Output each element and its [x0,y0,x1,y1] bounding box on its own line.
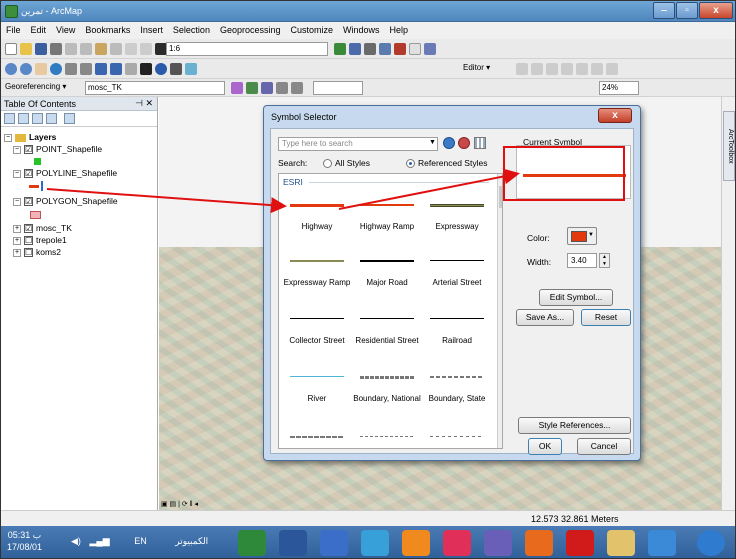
highlight-box [503,146,625,201]
arcmap-window: تمرين - ArcMap – ▫ x File Edit View Bookmar… [0,0,736,559]
annotation-overlay [46,146,625,214]
annotation-arrow-gallery-to-preview [338,168,520,210]
annotation-arrow-layer-to-gallery [46,188,287,214]
